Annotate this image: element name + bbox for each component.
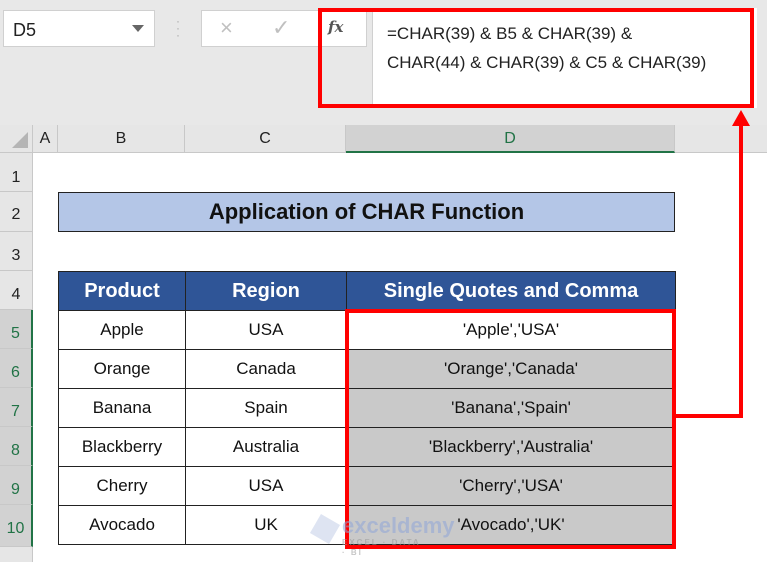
product-cell[interactable]: Orange — [58, 349, 186, 389]
row-header-5[interactable]: 5 — [0, 310, 33, 349]
product-cell[interactable]: Cherry — [58, 466, 186, 506]
product-cell[interactable]: Banana — [58, 388, 186, 428]
chevron-down-icon[interactable] — [132, 25, 144, 32]
watermark-tagline: EXCEL · DATA · BI — [342, 538, 421, 557]
column-header-b[interactable]: B — [58, 125, 185, 153]
watermark: exceldemy EXCEL · DATA · BI — [309, 513, 455, 557]
region-cell[interactable]: Canada — [185, 349, 347, 389]
column-header-e[interactable] — [675, 125, 767, 153]
table-header-row: Product Region Single Quotes and Comma — [58, 271, 676, 311]
arrow-connector-horizontal — [673, 414, 743, 418]
product-cell[interactable]: Apple — [58, 310, 186, 350]
row-header-7[interactable]: 7 — [0, 388, 33, 427]
select-all-button[interactable] — [0, 125, 33, 153]
row-header-1[interactable]: 1 — [0, 153, 33, 192]
row-header-2[interactable]: 2 — [0, 192, 33, 232]
region-cell[interactable]: Spain — [185, 388, 347, 428]
product-cell[interactable]: Avocado — [58, 505, 186, 545]
header-product[interactable]: Product — [58, 271, 186, 311]
column-header-a[interactable]: A — [33, 125, 58, 153]
row-header-10[interactable]: 10 — [0, 505, 33, 547]
product-cell[interactable]: Blackberry — [58, 427, 186, 467]
region-cell[interactable]: USA — [185, 310, 347, 350]
column-header-d[interactable]: D — [346, 125, 675, 153]
formula-highlight-box — [318, 8, 754, 108]
select-all-icon — [12, 132, 28, 148]
arrow-connector-vertical — [739, 125, 743, 418]
header-result[interactable]: Single Quotes and Comma — [346, 271, 676, 311]
sheet-title[interactable]: Application of CHAR Function — [58, 192, 675, 232]
row-header-8[interactable]: 8 — [0, 427, 33, 466]
arrow-up-icon — [732, 110, 750, 126]
row-header-11[interactable] — [0, 547, 33, 562]
row-header-6[interactable]: 6 — [0, 349, 33, 388]
watermark-name: exceldemy — [342, 513, 455, 538]
exceldemy-logo-icon — [309, 513, 341, 545]
name-box-value: D5 — [13, 20, 37, 40]
cancel-icon[interactable]: × — [220, 15, 233, 41]
drag-handle-icon[interactable]: · · · — [176, 15, 180, 41]
name-box[interactable]: D5 — [3, 10, 155, 47]
column-header-c[interactable]: C — [185, 125, 346, 153]
row-header-9[interactable]: 9 — [0, 466, 33, 505]
row-header-4[interactable]: 4 — [0, 271, 33, 310]
enter-icon[interactable]: ✓ — [272, 15, 290, 41]
region-cell[interactable]: USA — [185, 466, 347, 506]
region-cell[interactable]: Australia — [185, 427, 347, 467]
header-region[interactable]: Region — [185, 271, 347, 311]
row-header-3[interactable]: 3 — [0, 232, 33, 271]
